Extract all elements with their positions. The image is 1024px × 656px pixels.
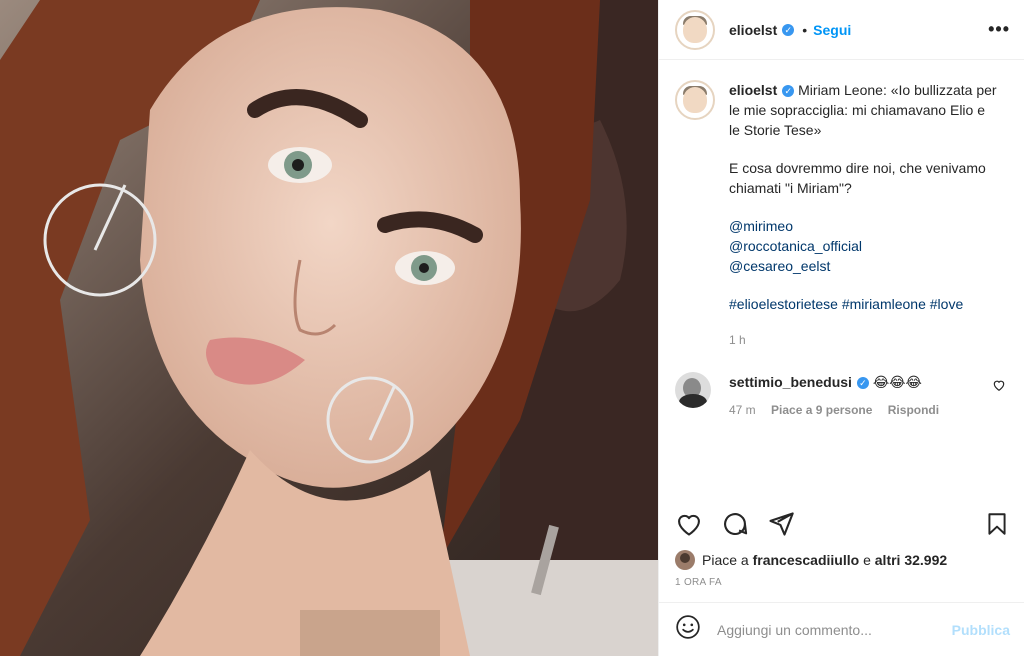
comment-meta: 47 m Piace a 9 persone Rispondi <box>729 400 951 420</box>
verified-icon: ✓ <box>782 23 795 36</box>
separator-dot: • <box>802 21 808 38</box>
emoji-icon[interactable] <box>675 614 701 645</box>
action-bar <box>659 499 1024 549</box>
mention-2[interactable]: @roccotanica_official <box>729 236 999 256</box>
publish-button[interactable]: Pubblica <box>952 622 1010 638</box>
hashtags[interactable]: #elioelestorietese #miriamleone #love <box>729 294 999 314</box>
verified-icon: ✓ <box>782 85 795 98</box>
posted-ago[interactable]: 1 ORA FA <box>659 571 1024 602</box>
instagram-post: elioelst ✓ • Segui ••• elioelst ✓ Miriam … <box>0 0 1024 656</box>
add-comment-bar: Aggiungi un commento... Pubblica <box>659 602 1024 656</box>
liker-avatar[interactable] <box>675 550 695 570</box>
post-header: elioelst ✓ • Segui ••• <box>659 0 1024 60</box>
likes-prefix: Piace a <box>702 552 749 568</box>
caption-time[interactable]: 1 h <box>729 330 999 350</box>
caption-username[interactable]: elioelst <box>729 82 777 98</box>
author-username[interactable]: elioelst <box>729 22 777 38</box>
more-options-icon[interactable]: ••• <box>988 19 1010 40</box>
likes-line[interactable]: Piace a francescadiiullo e altri 32.992 <box>659 549 1024 571</box>
selfie-illustration <box>0 0 658 656</box>
comment-bubble-icon[interactable] <box>721 510 749 538</box>
reply-button[interactable]: Rispondi <box>888 403 939 417</box>
likes-middle: e <box>863 552 871 568</box>
comment-like-heart-icon[interactable] <box>992 378 1006 397</box>
post-sidebar: elioelst ✓ • Segui ••• elioelst ✓ Miriam … <box>658 0 1024 656</box>
caption-text-block: elioelst ✓ Miriam Leone: «Io bullizzata p… <box>729 80 999 350</box>
verified-icon: ✓ <box>856 377 869 390</box>
mention-3[interactable]: @cesareo_eelst <box>729 256 999 276</box>
comments-area[interactable]: elioelst ✓ Miriam Leone: «Io bullizzata p… <box>659 60 1024 499</box>
comment-likes[interactable]: Piace a 9 persone <box>771 403 872 417</box>
comment-text: 😂😂😂 <box>872 374 922 390</box>
heart-icon[interactable] <box>675 510 703 538</box>
comment-input[interactable]: Aggiungi un commento... <box>717 622 952 638</box>
follow-button[interactable]: Segui <box>813 22 851 38</box>
comment-username[interactable]: settimio_benedusi <box>729 374 852 390</box>
post-photo[interactable] <box>0 0 658 656</box>
commenter-avatar[interactable] <box>675 372 711 408</box>
comment-text-block: settimio_benedusi ✓ 😂😂😂 47 m Piace a 9 pe… <box>729 372 951 420</box>
author-avatar[interactable] <box>675 9 715 50</box>
bookmark-icon[interactable] <box>984 510 1010 538</box>
caption-avatar[interactable] <box>675 80 715 120</box>
mention-1[interactable]: @mirimeo <box>729 216 999 236</box>
liker-username[interactable]: francescadiiullo <box>753 552 860 568</box>
caption-text-2: E cosa dovremmo dire noi, che venivamo c… <box>729 160 986 196</box>
comment-item: settimio_benedusi ✓ 😂😂😂 47 m Piace a 9 pe… <box>675 372 1008 420</box>
caption: elioelst ✓ Miriam Leone: «Io bullizzata p… <box>675 80 1008 350</box>
likes-others[interactable]: altri 32.992 <box>875 552 947 568</box>
paper-plane-icon[interactable] <box>767 510 795 538</box>
comment-time[interactable]: 47 m <box>729 403 756 417</box>
